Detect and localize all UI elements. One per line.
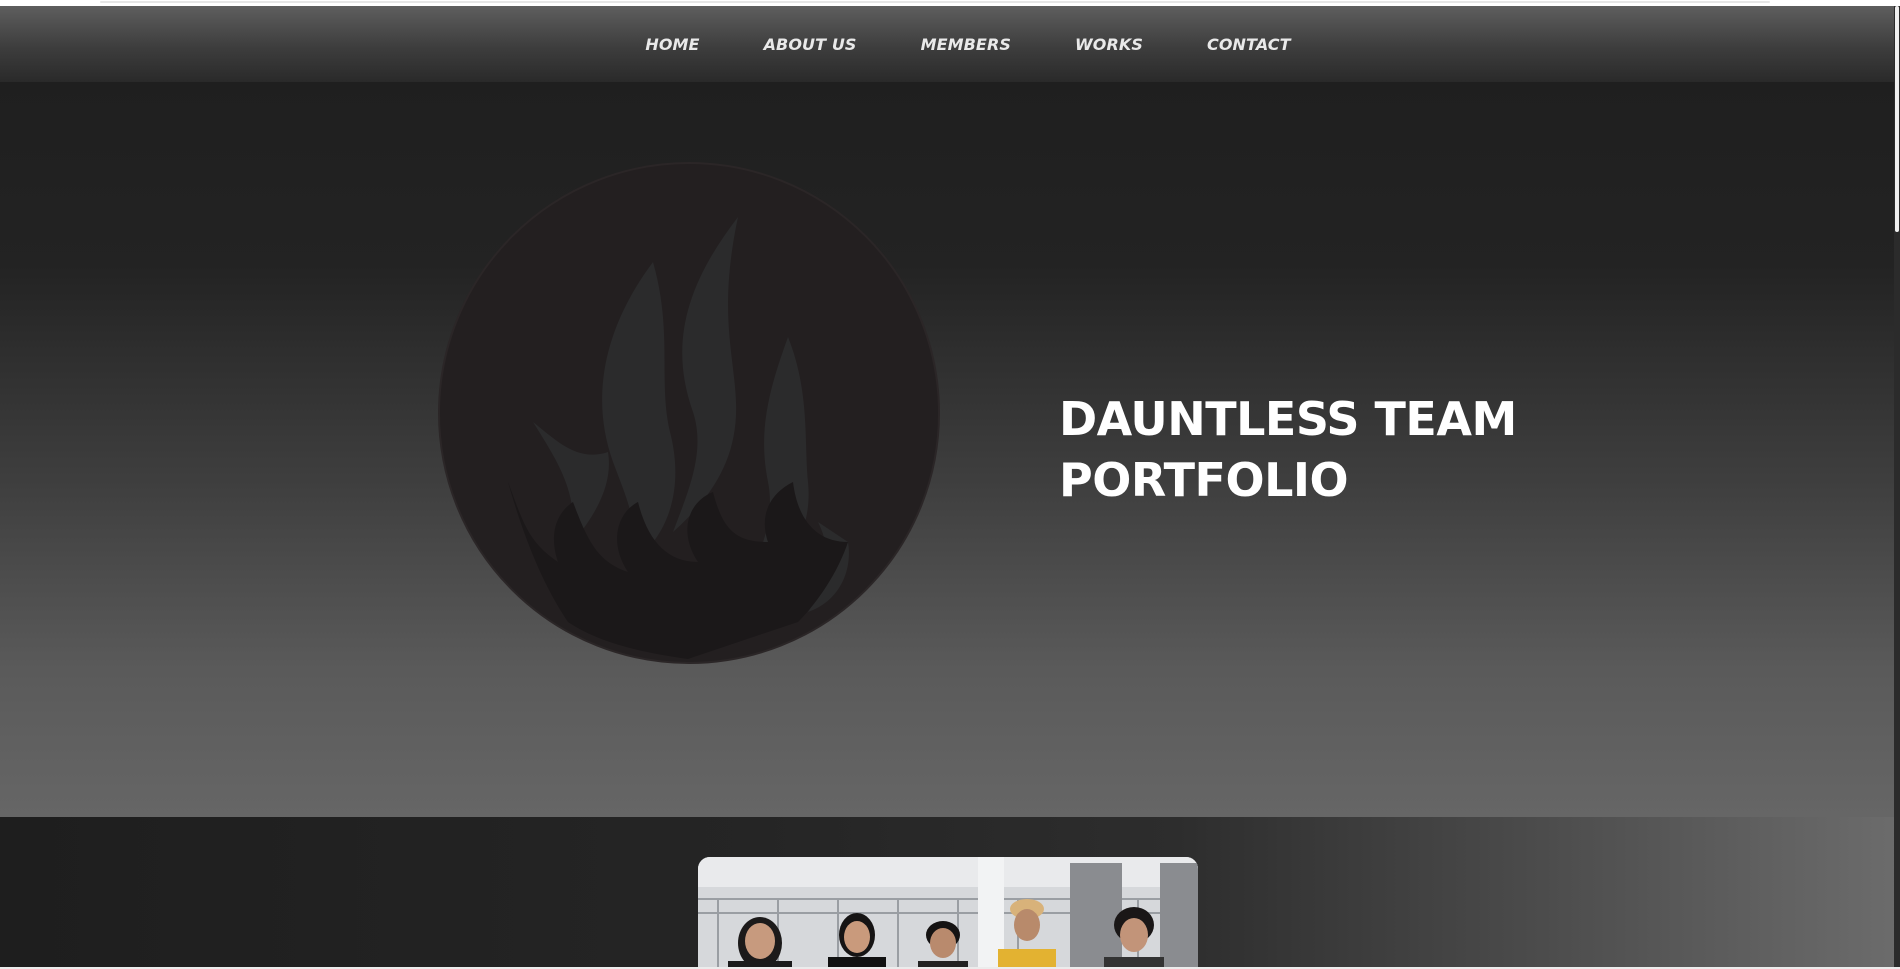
flame-circle-icon	[438, 162, 940, 664]
nav-home-link[interactable]: HOME	[645, 35, 699, 54]
top-navbar: HOME ABOUT US MEMBERS WORKS CONTACT	[0, 6, 1900, 82]
team-photo-image	[698, 857, 1198, 969]
nav-contact-link[interactable]: CONTACT	[1207, 35, 1291, 54]
nav-about-link[interactable]: ABOUT US	[764, 35, 857, 54]
team-section	[0, 817, 1900, 969]
nav-members-link[interactable]: MEMBERS	[921, 35, 1011, 54]
hero-title-line1: DAUNTLESS TEAM	[1059, 392, 1517, 446]
hero-title-line2: PORTFOLIO	[1059, 453, 1349, 507]
scrollbar-thumb[interactable]	[1895, 6, 1899, 232]
nav-works-link[interactable]: WORKS	[1075, 35, 1143, 54]
page-scrollbar[interactable]	[1894, 6, 1900, 969]
team-photo	[698, 857, 1198, 969]
hero-title: DAUNTLESS TEAM PORTFOLIO	[1059, 389, 1517, 511]
nav-menu: HOME ABOUT US MEMBERS WORKS CONTACT	[613, 35, 1322, 54]
hero-section: DAUNTLESS TEAM PORTFOLIO	[0, 82, 1900, 817]
